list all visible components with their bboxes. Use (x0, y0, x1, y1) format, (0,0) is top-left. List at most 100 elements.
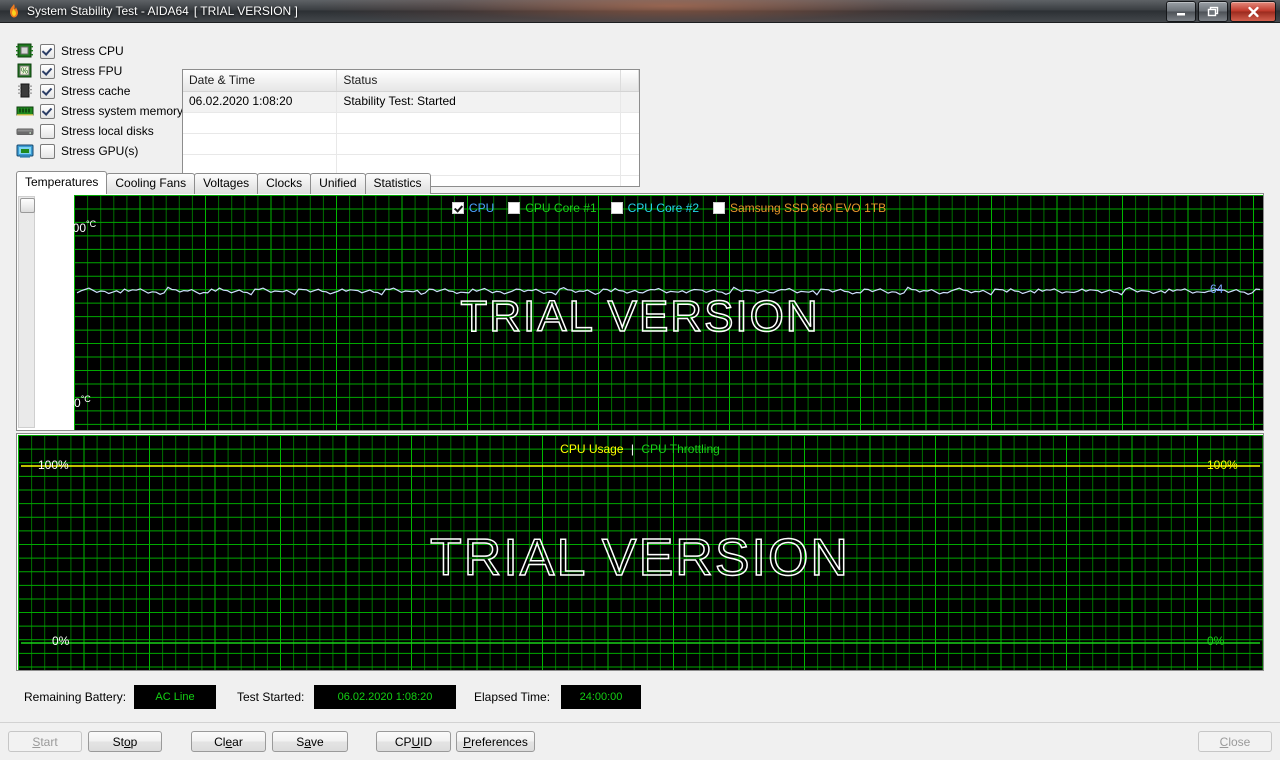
stress-cache-checkbox[interactable] (40, 83, 55, 99)
save-button-label: Save (296, 734, 324, 749)
tab-clocks[interactable]: Clocks (257, 173, 312, 194)
cpu-y-min-left-label: 0% (52, 634, 70, 648)
stress-cpu-label: Stress CPU (61, 44, 124, 58)
cpu-chip-icon (16, 43, 33, 58)
column-header-spacer (621, 70, 639, 91)
top-panel: Stress CPU % Stress FPU Stress cache Str… (0, 23, 1280, 187)
clear-button-label: Clear (214, 734, 243, 749)
scrollbar-thumb[interactable] (20, 198, 35, 213)
stress-options-list: Stress CPU % Stress FPU Stress cache Str… (16, 41, 183, 161)
legend-item-cpu-core-1[interactable]: CPU Core #1 (508, 201, 597, 215)
legend-checkbox-cpu-core-1[interactable] (508, 202, 521, 214)
legend-checkbox-cpu-core-2[interactable] (610, 202, 623, 214)
legend-label-ssd: Samsung SSD 860 EVO 1TB (730, 201, 887, 215)
temperature-current-value: 64 (1210, 282, 1224, 296)
stress-cpu-checkbox[interactable] (40, 43, 55, 59)
hard-disk-icon (16, 128, 34, 135)
cell-datetime: 06.02.2020 1:08:20 (183, 92, 338, 112)
cpu-y-min-right-label: 0% (1207, 634, 1225, 648)
temperature-chart-scrollbar[interactable] (18, 196, 35, 428)
status-log-table[interactable]: Date & Time Status 06.02.2020 1:08:20 St… (182, 69, 640, 187)
test-started-value: 06.02.2020 1:08:20 (314, 685, 456, 709)
legend-item-cpu-core-2[interactable]: CPU Core #2 (610, 201, 699, 215)
start-button[interactable]: Start (8, 731, 82, 752)
stress-option-fpu[interactable]: % Stress FPU (16, 61, 181, 81)
stress-option-cache[interactable]: Stress cache (16, 81, 181, 101)
tab-unified[interactable]: Unified (310, 173, 366, 194)
cache-chip-icon (18, 83, 32, 98)
elapsed-time-value: 24:00:00 (561, 685, 641, 709)
preferences-button[interactable]: Preferences (456, 731, 535, 752)
battery-value: AC Line (134, 685, 216, 709)
table-row[interactable]: 06.02.2020 1:08:20 Stability Test: Start… (183, 92, 639, 113)
legend-item-ssd[interactable]: Samsung SSD 860 EVO 1TB (713, 201, 886, 215)
clear-button[interactable]: Clear (191, 731, 266, 752)
title-bar-glow (320, 0, 1020, 22)
cpu-usage-chart-canvas[interactable] (18, 435, 1263, 670)
temperature-legend: CPU CPU Core #1 CPU Core #2 Samsung SSD … (74, 201, 1264, 215)
restore-button[interactable] (1198, 1, 1228, 22)
tab-temperatures[interactable]: Temperatures (16, 171, 108, 194)
stress-disks-checkbox[interactable] (40, 123, 55, 139)
cell-datetime (183, 134, 338, 154)
legend-checkbox-cpu[interactable] (451, 202, 464, 214)
test-started-label: Test Started: (237, 690, 305, 704)
close-button-label: Close (1219, 734, 1251, 749)
stress-cache-label: Stress cache (61, 84, 131, 98)
close-window-button[interactable] (1230, 1, 1276, 22)
cell-status: Stability Test: Started (337, 92, 622, 112)
temperature-chart-canvas[interactable] (74, 195, 1263, 430)
chart-tabs: Temperatures Cooling Fans Voltages Clock… (16, 171, 431, 194)
tab-cooling-fans[interactable]: Cooling Fans (106, 173, 196, 194)
cell-datetime (183, 113, 338, 133)
stress-option-cpu[interactable]: Stress CPU (16, 41, 181, 61)
stop-button[interactable]: Stop (88, 731, 162, 752)
stress-fpu-checkbox[interactable] (40, 63, 55, 79)
temperature-plot (74, 195, 1263, 430)
table-row[interactable] (183, 134, 639, 155)
legend-item-cpu[interactable]: CPU (451, 201, 494, 215)
save-button[interactable]: Save (272, 731, 348, 752)
preferences-button-label: Preferences (463, 734, 528, 749)
legend-label-cpu-core-1: CPU Core #1 (525, 201, 597, 215)
close-icon (1247, 6, 1259, 17)
fpu-percent-icon: % (17, 63, 32, 78)
stress-gpu-checkbox[interactable] (40, 143, 55, 159)
battery-label: Remaining Battery: (24, 690, 127, 704)
gpu-monitor-icon (16, 144, 34, 158)
minimize-button[interactable] (1166, 1, 1196, 22)
stress-fpu-label: Stress FPU (61, 64, 123, 78)
window-title-trial: [ TRIAL VERSION ] (193, 4, 298, 18)
close-button[interactable]: Close (1198, 731, 1272, 752)
stress-option-memory[interactable]: Stress system memory (16, 101, 183, 121)
table-row[interactable] (183, 113, 639, 134)
cpu-y-max-left-label: 100% (38, 458, 69, 472)
cpu-usage-plot (18, 435, 1263, 670)
stress-gpu-label: Stress GPU(s) (61, 144, 139, 158)
button-bar-divider (0, 722, 1280, 723)
stress-option-disks[interactable]: Stress local disks (16, 121, 181, 141)
tab-voltages[interactable]: Voltages (194, 173, 259, 194)
cpu-chart-title: CPU Usage | CPU Throttling (0, 442, 1280, 456)
stop-button-label: Stop (112, 734, 138, 749)
minimize-icon (1177, 12, 1185, 15)
elapsed-time-label: Elapsed Time: (474, 690, 551, 704)
window-title: System Stability Test - AIDA64 (27, 4, 189, 18)
column-header-status[interactable]: Status (337, 70, 622, 91)
cell-status (337, 113, 622, 133)
title-bar: System Stability Test - AIDA64 [ TRIAL V… (0, 0, 1280, 23)
svg-text:%: % (21, 67, 28, 76)
column-header-datetime[interactable]: Date & Time (183, 70, 338, 91)
cpu-y-max-right-label: 100% (1207, 458, 1238, 472)
tab-statistics[interactable]: Statistics (364, 173, 431, 194)
stress-option-gpu[interactable]: Stress GPU(s) (16, 141, 181, 161)
legend-label-cpu-core-2: CPU Core #2 (627, 201, 699, 215)
stress-memory-checkbox[interactable] (40, 103, 55, 119)
cpu-usage-title: CPU Usage (560, 442, 624, 456)
stress-disks-label: Stress local disks (61, 124, 154, 138)
legend-checkbox-ssd[interactable] (713, 202, 725, 214)
restore-icon (1207, 6, 1219, 17)
cell-spacer (621, 92, 639, 112)
cpuid-button[interactable]: CPUID (376, 731, 451, 752)
system-stability-test-window: System Stability Test - AIDA64 [ TRIAL V… (0, 0, 1280, 760)
